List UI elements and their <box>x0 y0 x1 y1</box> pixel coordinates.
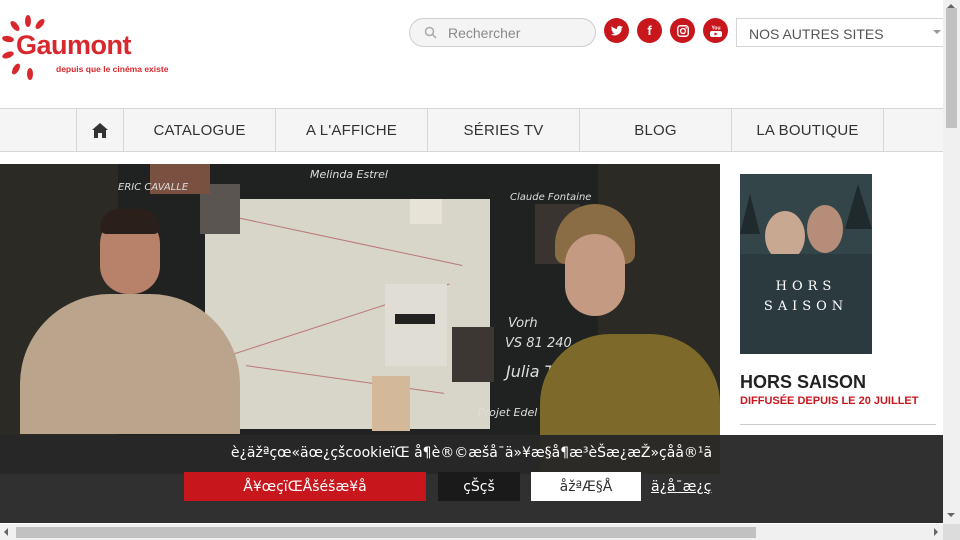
scroll-down-icon[interactable] <box>947 513 955 517</box>
logo-tagline: depuis que le cinéma existe <box>56 64 169 74</box>
other-sites-label: NOS AUTRES SITES <box>749 26 884 42</box>
instagram-camera-icon <box>676 24 689 37</box>
youtube-play-icon: You <box>709 25 722 37</box>
poster-art <box>740 174 872 354</box>
vertical-scroll-thumb[interactable] <box>946 8 957 128</box>
youtube-icon[interactable]: You <box>703 18 728 43</box>
privacy-policy-link[interactable]: ä¿å¯æ¿ç <box>651 472 763 501</box>
board-label: Projet Edel <box>478 406 538 419</box>
instagram-icon[interactable] <box>670 18 695 43</box>
scroll-up-icon[interactable] <box>947 4 955 8</box>
accept-all-button[interactable]: Å¥œçïŒÅšéšæ¥å <box>184 472 426 501</box>
ok-button[interactable]: çŠçš <box>438 472 520 501</box>
cookie-banner: è¿äžªçœ«äœ¿çšcookieïŒ å¶è®©æšå¯ä»¥æ§å¶æ³… <box>0 435 943 523</box>
nav-item-series-tv[interactable]: SÉRIES TV <box>428 109 580 151</box>
featured-subtitle: DIFFUSÉE DEPUIS LE 20 JUILLET <box>740 395 919 407</box>
featured-panel: HORS SAISON HORS SAISON DIFFUSÉE DEPUIS … <box>720 164 943 474</box>
horizontal-scroll-thumb[interactable] <box>16 527 756 538</box>
nav-item-a-laffiche[interactable]: A L'AFFICHE <box>276 109 428 151</box>
gaumont-logo[interactable]: Gaumont depuis que le cinéma existe <box>0 14 180 80</box>
nav-item-label: CATALOGUE <box>153 121 246 139</box>
nav-item-catalogue[interactable]: CATALOGUE <box>124 109 276 151</box>
page: Gaumont depuis que le cinéma existe f Yo… <box>0 0 960 540</box>
twitter-bird-icon <box>610 25 623 35</box>
man-figure <box>20 294 240 434</box>
board-label: VS 81 240 <box>505 336 572 351</box>
board-note <box>410 199 442 224</box>
scroll-right-icon[interactable] <box>934 528 938 536</box>
customize-button[interactable]: åžªÆ§Å <box>531 472 641 501</box>
board-label: Melinda Estrel <box>310 168 388 181</box>
poster-title-line: SAISON <box>763 299 849 314</box>
logo-wordmark: Gaumont <box>16 30 132 60</box>
nav-item-blog[interactable]: BLOG <box>580 109 732 151</box>
sunglasses-shape <box>395 314 435 324</box>
nav-home[interactable] <box>76 109 124 151</box>
nav-item-label: BLOG <box>634 121 677 139</box>
divider <box>740 424 936 425</box>
nav-item-label: SÉRIES TV <box>463 121 544 139</box>
board-label: Vorh <box>508 316 538 331</box>
cookie-message: è¿äžªçœ«äœ¿çšcookieïŒ å¶è®©æšå¯ä»¥æ§å¶æ³… <box>230 445 713 461</box>
facebook-glyph: f <box>647 23 652 38</box>
board-label: ERIC CAVALLE <box>118 182 189 193</box>
nav-item-label: LA BOUTIQUE <box>756 121 859 139</box>
scroll-left-icon[interactable] <box>4 528 8 536</box>
search-box[interactable] <box>409 18 596 47</box>
poster-title-line: HORS <box>775 279 837 294</box>
woman-head <box>565 234 625 316</box>
nav-item-label: A L'AFFICHE <box>306 121 397 139</box>
other-sites-select[interactable]: NOS AUTRES SITES <box>736 18 946 47</box>
suspect-sketch <box>385 284 447 366</box>
search-input[interactable] <box>448 23 588 43</box>
board-photo <box>372 376 410 431</box>
facebook-icon[interactable]: f <box>637 18 662 43</box>
man-hair <box>100 209 160 234</box>
featured-title[interactable]: HORS SAISON <box>740 372 866 393</box>
main-nav: CATALOGUE A L'AFFICHE SÉRIES TV BLOG LA … <box>0 108 943 152</box>
scrollbar-corner <box>943 524 960 540</box>
home-icon <box>92 122 108 138</box>
chevron-down-icon <box>933 30 941 34</box>
board-label: Claude Fontaine <box>510 192 592 203</box>
hero-banner[interactable]: Melinda Estrel ERIC CAVALLE Claude Fonta… <box>0 164 720 474</box>
svg-text:You: You <box>711 25 720 31</box>
board-map <box>205 199 490 429</box>
board-photo <box>452 327 494 382</box>
nav-item-la-boutique[interactable]: LA BOUTIQUE <box>732 109 884 151</box>
twitter-icon[interactable] <box>604 18 629 43</box>
hors-saison-poster[interactable]: HORS SAISON <box>740 174 872 354</box>
search-icon <box>424 26 437 39</box>
